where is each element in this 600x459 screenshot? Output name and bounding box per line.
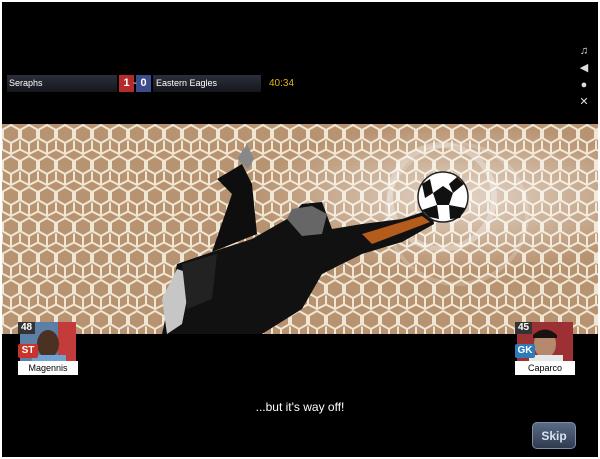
player-position-right: GK — [515, 344, 535, 358]
soccer-ball — [417, 171, 469, 223]
away-team-name: Eastern Eagles — [153, 75, 261, 92]
player-card-left: 48 ST Magennis — [18, 322, 80, 376]
quality-toggle-icon[interactable]: ● — [577, 78, 591, 92]
score-display: 1 - 0 — [119, 75, 151, 92]
fullscreen-icon[interactable]: ✕ — [577, 95, 591, 109]
player-position-left: ST — [18, 344, 38, 358]
player-name-right: Caparco — [515, 361, 575, 375]
scene-illustration — [2, 124, 598, 334]
side-controls: ♫ ◀ ● ✕ — [577, 44, 591, 112]
player-card-right: 45 GK Caparco — [515, 322, 577, 376]
player-rating-left: 48 — [18, 322, 35, 334]
player-name-left: Magennis — [18, 361, 78, 375]
match-clock: 40:34 — [269, 78, 295, 89]
player-rating-right: 45 — [515, 322, 532, 334]
skip-button[interactable]: Skip — [532, 422, 576, 449]
score-separator: - — [133, 77, 137, 89]
away-score: 0 — [136, 75, 151, 92]
commentary-text: ...but it's way off! — [255, 400, 345, 414]
scoreboard: Seraphs 1 - 0 Eastern Eagles 40:34 — [7, 75, 303, 92]
home-team-name: Seraphs — [7, 75, 117, 92]
sound-toggle-icon[interactable]: ◀ — [577, 61, 591, 75]
music-toggle-icon[interactable]: ♫ — [577, 44, 591, 58]
goalkeeper-save-scene — [2, 124, 598, 334]
